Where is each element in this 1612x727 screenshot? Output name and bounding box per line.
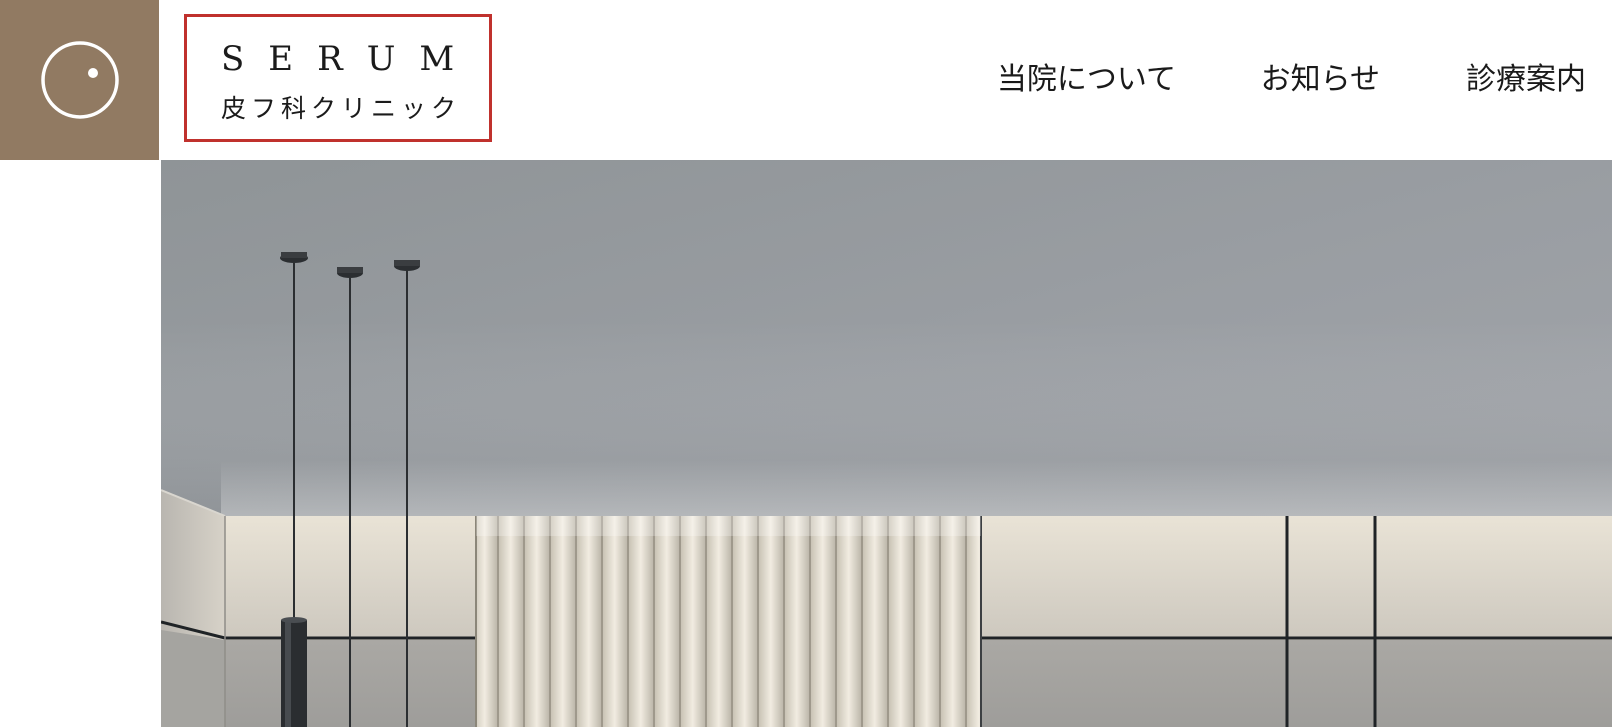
circle-dot-icon — [40, 41, 119, 119]
logo-japanese-name: 皮フ科クリニック — [221, 94, 462, 123]
brand-mark[interactable] — [0, 0, 159, 160]
nav-item-news[interactable]: お知らせ — [1261, 56, 1380, 104]
clinic-interior-photo — [161, 160, 1612, 727]
nav-item-services[interactable]: 診療案内 — [1466, 56, 1586, 104]
hero-image — [161, 160, 1612, 727]
nav-item-about[interactable]: 当院について — [997, 56, 1176, 104]
logo-english-name: SERUM — [221, 39, 479, 79]
site-logo[interactable]: SERUM 皮フ科クリニック — [184, 14, 492, 142]
